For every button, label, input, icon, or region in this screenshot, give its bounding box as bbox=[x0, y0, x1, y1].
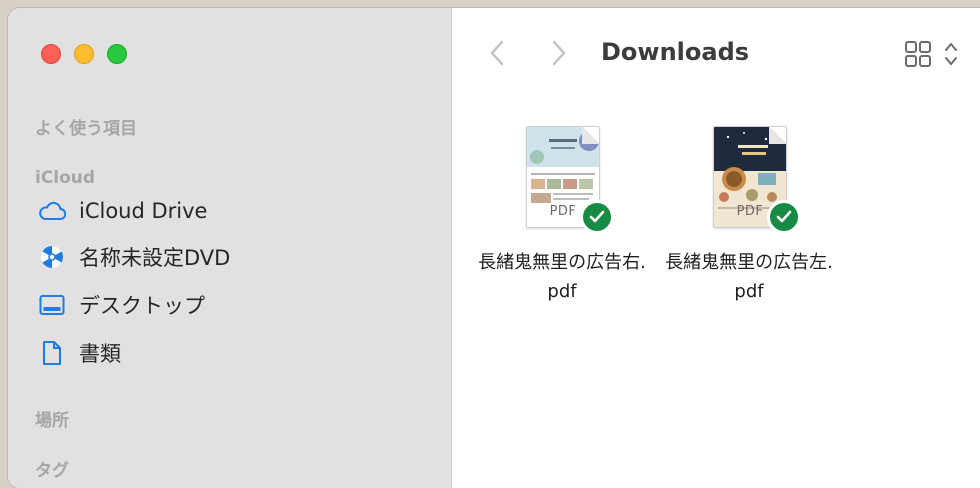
close-button[interactable] bbox=[41, 44, 61, 64]
minimize-button[interactable] bbox=[74, 44, 94, 64]
file-name: 長緒鬼無里の広告左.pdf bbox=[665, 252, 833, 302]
sidebar-item-desktop[interactable]: デスクトップ bbox=[38, 288, 205, 322]
chevron-updown-icon bbox=[945, 43, 957, 65]
sidebar-item-icloud-drive[interactable]: iCloud Drive bbox=[38, 194, 207, 228]
file-item[interactable]: PDF 長緒鬼無里の広告右.pdf bbox=[477, 126, 647, 306]
section-header-icloud: iCloud bbox=[35, 168, 96, 188]
document-icon bbox=[38, 339, 66, 367]
section-header-locations: 場所 bbox=[35, 411, 69, 431]
checkmark-icon bbox=[580, 200, 614, 234]
section-header-tags: タグ bbox=[35, 461, 69, 481]
forward-button[interactable] bbox=[544, 38, 574, 68]
view-options-button[interactable] bbox=[944, 40, 958, 72]
zoom-button[interactable] bbox=[107, 44, 127, 64]
file-item[interactable]: PDF 長緒鬼無里の広告左.pdf bbox=[664, 126, 834, 306]
chevron-left-icon bbox=[490, 40, 504, 66]
icon-view-button[interactable] bbox=[904, 40, 932, 72]
section-header-favorites: よく使う項目 bbox=[35, 119, 137, 139]
sidebar-item-label: デスクトップ bbox=[79, 294, 205, 318]
sidebar-item-label: iCloud Drive bbox=[79, 199, 208, 223]
window-controls bbox=[41, 44, 127, 64]
file-name: 長緒鬼無里の広告右.pdf bbox=[478, 252, 646, 302]
pdf-thumbnail: PDF bbox=[524, 126, 614, 234]
desktop-icon bbox=[38, 291, 66, 319]
main-content: Downloads PDF 長緒鬼無里の広告右.pdf PDF 長緒鬼無里の広告… bbox=[452, 8, 980, 488]
pdf-thumbnail: PDF bbox=[711, 126, 801, 234]
back-button[interactable] bbox=[482, 38, 512, 68]
chevron-right-icon bbox=[552, 40, 566, 66]
cloud-icon bbox=[38, 197, 66, 225]
sidebar-item-label: 名称未設定DVD bbox=[79, 246, 231, 270]
sidebar-item-documents[interactable]: 書類 bbox=[38, 336, 121, 370]
sidebar-item-dvd[interactable]: 名称未設定DVD bbox=[38, 240, 230, 274]
sidebar-item-label: 書類 bbox=[79, 342, 121, 366]
grid-icon bbox=[905, 41, 931, 67]
checkmark-icon bbox=[767, 200, 801, 234]
sidebar: よく使う項目 iCloud iCloud Drive 名称未設定DVD デスクト… bbox=[8, 8, 452, 488]
window-title: Downloads bbox=[601, 38, 750, 66]
finder-window: よく使う項目 iCloud iCloud Drive 名称未設定DVD デスクト… bbox=[8, 8, 980, 488]
disc-icon bbox=[38, 243, 66, 271]
